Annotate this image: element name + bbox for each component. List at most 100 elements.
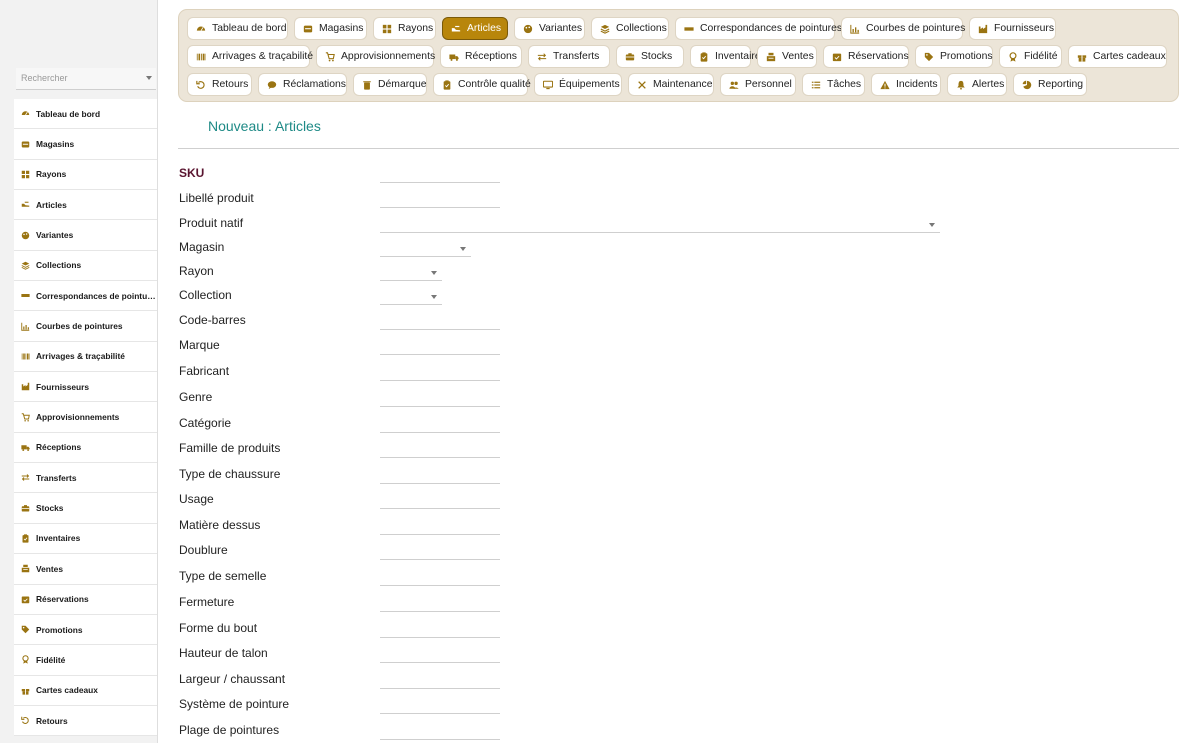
nav-button-label: Promotions (940, 51, 993, 62)
transfer-icon (21, 473, 30, 482)
nav-button-tableau-de-bord[interactable]: Tableau de bord (187, 17, 288, 40)
sidebar-item-fournisseurs[interactable]: Fournisseurs (14, 372, 157, 403)
nav-button-inventaires[interactable]: Inventaires (690, 45, 766, 68)
nav-button-fournisseurs[interactable]: Fournisseurs (969, 17, 1056, 40)
page-title: Nouveau : Articles (208, 118, 321, 134)
chevron-down-icon[interactable] (431, 295, 437, 299)
sidebar-item-retours[interactable]: Retours (14, 706, 157, 737)
nav-button-ventes[interactable]: Ventes (757, 45, 817, 68)
nav-button-incidents[interactable]: Incidents (871, 73, 941, 96)
nav-button-reporting[interactable]: Reporting (1013, 73, 1087, 96)
select-magasin[interactable] (380, 243, 471, 257)
chevron-down-icon[interactable] (460, 247, 466, 251)
sidebar-search-select[interactable]: Rechercher (16, 68, 156, 90)
nav-button-transferts[interactable]: Transferts (528, 45, 610, 68)
input-largeur-chaussant[interactable] (380, 675, 500, 689)
input-type-de-chaussure[interactable] (380, 470, 500, 484)
nav-button-arrivages-and-tracabilite[interactable]: Arrivages & traçabilité (187, 45, 313, 68)
nav-button-reclamations[interactable]: Réclamations (258, 73, 347, 96)
field-label-famille-de-produits: Famille de produits (179, 441, 281, 455)
nav-button-courbes-de-pointures[interactable]: Courbes de pointures (841, 17, 966, 40)
sidebar-item-receptions[interactable]: Réceptions (14, 433, 157, 464)
nav-button-receptions[interactable]: Réceptions (440, 45, 522, 68)
input-matiere-dessus[interactable] (380, 521, 500, 535)
select-produit-natif[interactable] (380, 219, 940, 233)
input-forme-du-bout[interactable] (380, 624, 500, 638)
input-genre[interactable] (380, 393, 500, 407)
sidebar-item-collections[interactable]: Collections (14, 251, 157, 282)
field-label-hauteur-de-talon: Hauteur de talon (179, 646, 268, 660)
input-sku[interactable] (380, 169, 500, 183)
input-usage[interactable] (380, 495, 500, 509)
nav-button-label: Cartes cadeaux (1093, 51, 1166, 62)
nav-button-reservations[interactable]: Réservations (823, 45, 909, 68)
sidebar-item-stocks[interactable]: Stocks (14, 493, 157, 524)
sidebar-item-transferts[interactable]: Transferts (14, 463, 157, 494)
nav-button-promotions[interactable]: Promotions (915, 45, 993, 68)
input-libelle-produit[interactable] (380, 194, 500, 208)
sidebar-item-cartes-cadeaux[interactable]: Cartes cadeaux (14, 676, 157, 706)
sidebar-item-correspondances-de-pointures[interactable]: Correspondances de pointures (14, 281, 157, 312)
sidebar-item-ventes[interactable]: Ventes (14, 554, 157, 585)
trash-icon (362, 80, 372, 90)
sidebar-item-label: Réservations (36, 594, 89, 605)
sidebar-item-articles[interactable]: Articles (14, 190, 157, 221)
nav-button-personnel[interactable]: Personnel (720, 73, 796, 96)
sidebar: Rechercher Tableau de bord Magasins Rayons… (0, 0, 158, 743)
sidebar-item-variantes[interactable]: Variantes (14, 220, 157, 251)
input-fabricant[interactable] (380, 367, 500, 381)
input-fermeture[interactable] (380, 598, 500, 612)
sidebar-item-approvisionnements[interactable]: Approvisionnements (14, 402, 157, 433)
input-code-barres[interactable] (380, 316, 500, 330)
nav-button-label: Ventes (782, 51, 814, 62)
grid-icon (382, 24, 392, 34)
input-marque[interactable] (380, 341, 500, 355)
input-hauteur-de-talon[interactable] (380, 649, 500, 663)
nav-button-taches[interactable]: Tâches (802, 73, 865, 96)
nav-button-fidelite[interactable]: Fidélité (999, 45, 1062, 68)
select-rayon[interactable] (380, 267, 442, 281)
truck-icon (449, 52, 459, 62)
sidebar-item-rayons[interactable]: Rayons (14, 160, 157, 191)
nav-button-alertes[interactable]: Alertes (947, 73, 1007, 96)
input-systeme-de-pointure[interactable] (380, 700, 500, 714)
sidebar-item-promotions[interactable]: Promotions (14, 615, 157, 646)
calendar-check-icon (832, 52, 842, 62)
field-label-matiere-dessus: Matière dessus (179, 518, 261, 532)
nav-button-magasins[interactable]: Magasins (294, 17, 367, 40)
nav-button-variantes[interactable]: Variantes (514, 17, 585, 40)
nav-button-retours[interactable]: Retours (187, 73, 252, 96)
sidebar-item-magasins[interactable]: Magasins (14, 129, 157, 160)
nav-button-correspondances-de-pointures[interactable]: Correspondances de pointures (675, 17, 842, 40)
nav-button-demarque[interactable]: Démarque (353, 73, 427, 96)
chevron-down-icon[interactable] (431, 271, 437, 275)
input-categorie[interactable] (380, 419, 500, 433)
sidebar-item-courbes-de-pointures[interactable]: Courbes de pointures (14, 311, 157, 342)
nav-button-approvisionnements[interactable]: Approvisionnements (316, 45, 435, 68)
nav-button-cartes-cadeaux[interactable]: Cartes cadeaux (1068, 45, 1167, 68)
store-icon (21, 140, 30, 149)
nav-button-label: Courbes de pointures (866, 23, 966, 34)
sidebar-item-fidelite[interactable]: Fidélité (14, 645, 157, 676)
nav-button-controle-qualite[interactable]: Contrôle qualité (433, 73, 531, 96)
input-famille-de-produits[interactable] (380, 444, 500, 458)
input-plage-de-pointures[interactable] (380, 726, 500, 740)
nav-button-stocks[interactable]: Stocks (616, 45, 684, 68)
chevron-down-icon[interactable] (146, 76, 152, 80)
nav-button-label: Tâches (827, 79, 862, 90)
nav-button-collections[interactable]: Collections (591, 17, 669, 40)
nav-button-rayons[interactable]: Rayons (373, 17, 436, 40)
select-collection[interactable] (380, 291, 442, 305)
input-type-de-semelle[interactable] (380, 572, 500, 586)
sidebar-item-reservations[interactable]: Réservations (14, 585, 157, 615)
sidebar-item-label: Retours (36, 715, 68, 726)
chevron-down-icon[interactable] (929, 223, 935, 227)
input-doublure[interactable] (380, 546, 500, 560)
nav-button-label: Collections (616, 23, 667, 34)
sidebar-item-tableau-de-bord[interactable]: Tableau de bord (14, 99, 157, 130)
nav-button-articles[interactable]: Articles (442, 17, 508, 40)
sidebar-item-inventaires[interactable]: Inventaires (14, 524, 157, 555)
nav-button-equipements[interactable]: Équipements (534, 73, 622, 96)
nav-button-maintenance[interactable]: Maintenance (628, 73, 714, 96)
sidebar-item-arrivages-and-tracabilite[interactable]: Arrivages & traçabilité (14, 342, 157, 373)
